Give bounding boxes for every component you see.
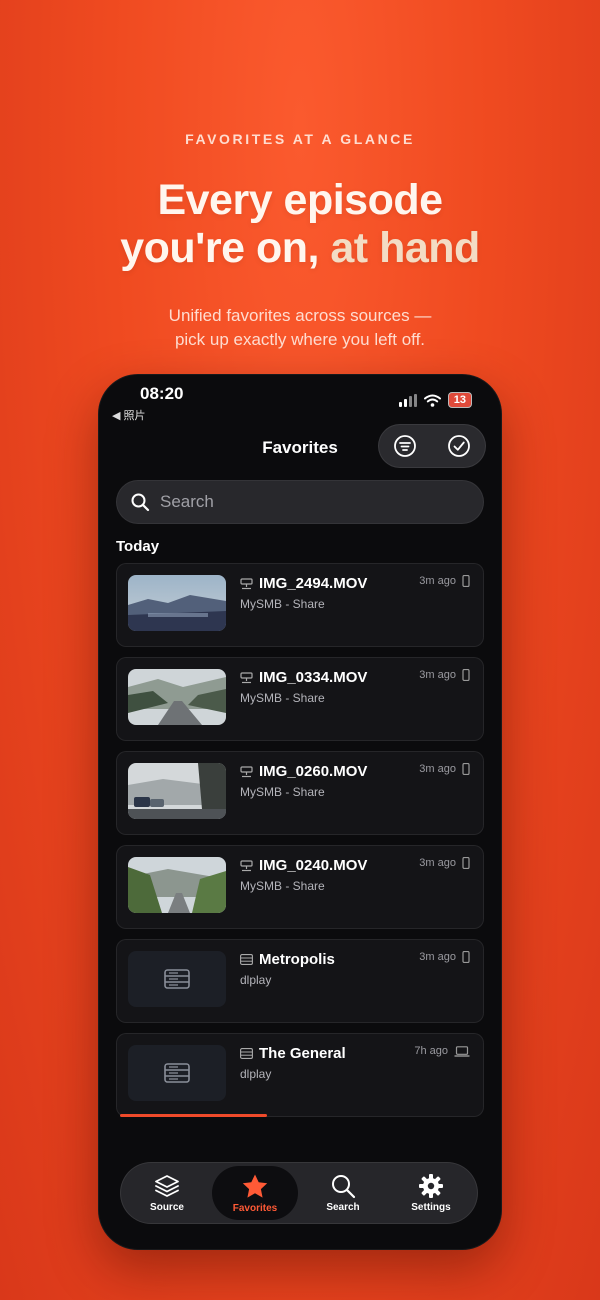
video-thumbnail — [128, 857, 226, 913]
item-title: The General — [240, 1045, 346, 1062]
headline-line2-text: you're on, — [120, 224, 331, 272]
phone-icon — [462, 575, 470, 587]
item-source: dlplay — [240, 973, 272, 987]
nav-actions — [378, 424, 486, 468]
item-title-text: IMG_0240.MOV — [259, 857, 368, 874]
search-input[interactable]: Search — [116, 480, 484, 524]
item-title: Metropolis — [240, 951, 335, 968]
server-icon — [240, 954, 253, 965]
list-item[interactable]: IMG_0240.MOV MySMB - Share 3m ago — [116, 845, 484, 929]
tab-label: Source — [150, 1202, 184, 1213]
list-item[interactable]: IMG_2494.MOV MySMB - Share 3m ago — [116, 563, 484, 647]
phone-icon — [462, 857, 470, 869]
battery-indicator: 13 — [447, 392, 472, 408]
back-to-photos-link[interactable]: ◀ 照片 — [112, 407, 146, 423]
item-time-text: 7h ago — [414, 1045, 448, 1057]
search-icon — [131, 493, 150, 512]
eyebrow: FAVORITES AT A GLANCE — [185, 131, 415, 147]
phone-icon — [462, 669, 470, 681]
status-icons: 13 — [398, 392, 472, 408]
filter-icon — [394, 435, 416, 457]
item-title-text: Metropolis — [259, 951, 335, 968]
checkmark-circle-icon — [448, 435, 470, 457]
list-item[interactable]: Metropolis dlplay 3m ago — [116, 939, 484, 1023]
playback-progress — [120, 1114, 268, 1117]
tab-label: Settings — [411, 1202, 451, 1213]
item-title-text: IMG_0260.MOV — [259, 763, 368, 780]
wifi-icon — [423, 394, 441, 407]
tab-label: Search — [326, 1202, 360, 1213]
item-time: 3m ago — [419, 763, 470, 775]
filter-button[interactable] — [392, 433, 418, 459]
item-source: MySMB - Share — [240, 879, 325, 893]
item-time-text: 3m ago — [419, 669, 456, 681]
item-time: 3m ago — [419, 669, 470, 681]
tab-settings[interactable]: Settings — [388, 1166, 474, 1220]
placeholder-thumbnail — [128, 1045, 226, 1101]
status-time: 08:20 — [140, 384, 184, 403]
headline-line2: you're on, at hand — [0, 224, 600, 272]
tab-search[interactable]: Search — [300, 1166, 386, 1220]
section-header-today: Today — [116, 538, 160, 555]
tab-label: Favorites — [232, 1202, 278, 1214]
select-button[interactable] — [446, 433, 472, 459]
item-time: 3m ago — [419, 951, 470, 963]
signal-icon — [398, 393, 417, 407]
placeholder-thumbnail — [128, 951, 226, 1007]
item-title-text: IMG_2494.MOV — [259, 575, 368, 592]
item-time-text: 3m ago — [419, 575, 456, 587]
item-time-text: 3m ago — [419, 857, 456, 869]
list-item[interactable]: IMG_0334.MOV MySMB - Share 3m ago — [116, 657, 484, 741]
network-drive-icon — [240, 671, 253, 683]
headline-line1: Every episode — [157, 176, 443, 224]
headline-accent: at hand — [330, 224, 480, 272]
tab-source[interactable]: Source — [124, 1166, 210, 1220]
favorites-list: IMG_2494.MOV MySMB - Share 3m ago IMG_03… — [116, 563, 484, 1127]
list-item[interactable]: IMG_0260.MOV MySMB - Share 3m ago — [116, 751, 484, 835]
item-source: MySMB - Share — [240, 691, 325, 705]
headline: Every episode you're on, at hand — [0, 176, 600, 272]
subtitle-line1: Unified favorites across sources — — [168, 306, 432, 325]
item-title-text: IMG_0334.MOV — [259, 669, 368, 686]
item-source: MySMB - Share — [240, 597, 325, 611]
video-thumbnail — [128, 763, 226, 819]
layers-icon — [155, 1175, 179, 1197]
item-time: 7h ago — [414, 1045, 470, 1057]
item-title: IMG_0334.MOV — [240, 669, 367, 686]
item-time-text: 3m ago — [419, 951, 456, 963]
item-title: IMG_0240.MOV — [240, 857, 367, 874]
phone-icon — [462, 951, 470, 963]
star-icon — [242, 1174, 268, 1198]
list-item[interactable]: The General dlplay 7h ago — [116, 1033, 484, 1117]
item-title: IMG_0260.MOV — [240, 763, 367, 780]
video-thumbnail — [128, 669, 226, 725]
search-placeholder: Search — [160, 492, 214, 511]
server-icon — [164, 969, 190, 989]
laptop-icon — [454, 1045, 470, 1057]
network-drive-icon — [240, 577, 253, 589]
item-source: dlplay — [240, 1067, 272, 1081]
server-icon — [164, 1063, 190, 1083]
item-time: 3m ago — [419, 575, 470, 587]
video-thumbnail — [128, 575, 226, 631]
network-drive-icon — [240, 859, 253, 871]
item-time: 3m ago — [419, 857, 470, 869]
phone-icon — [462, 763, 470, 775]
item-title: IMG_2494.MOV — [240, 575, 367, 592]
phone-screen: 08:20 ◀ 照片 13 Favorites Search Today IMG… — [98, 374, 502, 1250]
subtitle: Unified favorites across sources — pick … — [0, 304, 600, 352]
item-time-text: 3m ago — [419, 763, 456, 775]
gear-icon — [419, 1174, 443, 1198]
search-icon — [332, 1175, 356, 1199]
network-drive-icon — [240, 765, 253, 777]
server-icon — [240, 1048, 253, 1059]
item-source: MySMB - Share — [240, 785, 325, 799]
subtitle-line2: pick up exactly where you left off. — [174, 330, 426, 349]
item-title-text: The General — [259, 1045, 346, 1062]
tab-favorites[interactable]: Favorites — [212, 1166, 298, 1220]
tab-bar: Source Favorites Search Settings — [120, 1162, 478, 1224]
